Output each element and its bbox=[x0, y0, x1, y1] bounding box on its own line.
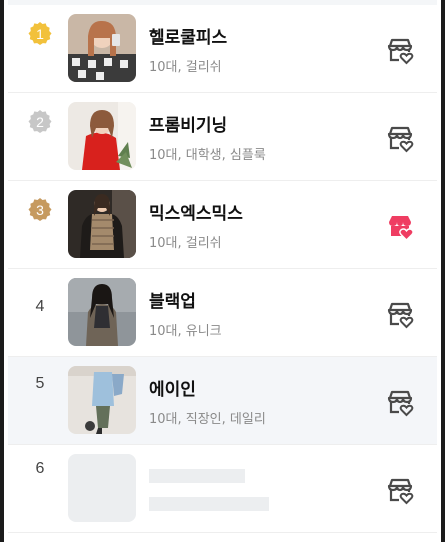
gold-medal-icon: 1 bbox=[27, 21, 53, 47]
shop-row[interactable]: 2 프롬비기닝 10대, 대학생, 심플룩 bbox=[8, 93, 437, 181]
shop-row-loading: 6 bbox=[8, 445, 437, 533]
shop-thumbnail[interactable] bbox=[68, 102, 136, 170]
store-heart-icon-active[interactable] bbox=[385, 211, 415, 241]
shop-row[interactable]: 4 블랙업 10대, 유니크 bbox=[8, 269, 437, 357]
rank-number: 1 bbox=[36, 26, 44, 42]
shop-thumbnail[interactable] bbox=[68, 14, 136, 82]
shop-name[interactable]: 블랙업 bbox=[149, 287, 196, 312]
shop-tags: 10대, 대학생, 심플룩 bbox=[149, 148, 266, 163]
store-heart-icon[interactable] bbox=[385, 123, 415, 153]
shop-tags: 10대, 직장인, 데일리 bbox=[149, 412, 266, 427]
shop-tags: 10대, 걸리쉬 bbox=[149, 60, 222, 75]
shop-thumbnail[interactable] bbox=[68, 278, 136, 346]
store-heart-icon[interactable] bbox=[385, 387, 415, 417]
shop-name[interactable]: 믹스엑스믹스 bbox=[149, 199, 243, 224]
rank-number: 2 bbox=[36, 114, 44, 130]
rank-number: 6 bbox=[35, 460, 45, 477]
store-heart-icon[interactable] bbox=[385, 475, 415, 505]
bronze-medal-icon: 3 bbox=[27, 197, 53, 223]
shop-name[interactable]: 프롬비기닝 bbox=[149, 111, 227, 136]
shop-name[interactable]: 헬로쿨피스 bbox=[149, 23, 227, 48]
shop-row[interactable]: 5 에이인 10대, 직장인, 데일리 bbox=[8, 357, 437, 445]
store-heart-icon[interactable] bbox=[385, 299, 415, 329]
shop-thumbnail[interactable] bbox=[68, 366, 136, 434]
store-heart-icon[interactable] bbox=[385, 35, 415, 65]
rank-number: 5 bbox=[35, 375, 45, 392]
thumbnail-placeholder bbox=[68, 454, 136, 522]
shop-tags: 10대, 유니크 bbox=[149, 324, 222, 339]
shop-thumbnail[interactable] bbox=[68, 190, 136, 258]
name-placeholder bbox=[149, 469, 245, 483]
rank-number: 3 bbox=[36, 202, 44, 218]
rank-number: 4 bbox=[35, 298, 45, 315]
silver-medal-icon: 2 bbox=[27, 109, 53, 135]
shop-ranking-list: 1 헬로쿨피스 10대, 걸리쉬 2 프롬비기닝 10대, 대학생, 심플룩 3… bbox=[8, 5, 437, 533]
shop-row[interactable]: 1 헬로쿨피스 10대, 걸리쉬 bbox=[8, 5, 437, 93]
app-frame: 1 헬로쿨피스 10대, 걸리쉬 2 프롬비기닝 10대, 대학생, 심플룩 3… bbox=[0, 0, 445, 542]
shop-tags: 10대, 걸리쉬 bbox=[149, 236, 222, 251]
tags-placeholder bbox=[149, 497, 269, 511]
shop-row[interactable]: 3 믹스엑스믹스 10대, 걸리쉬 bbox=[8, 181, 437, 269]
shop-name[interactable]: 에이인 bbox=[149, 375, 196, 400]
